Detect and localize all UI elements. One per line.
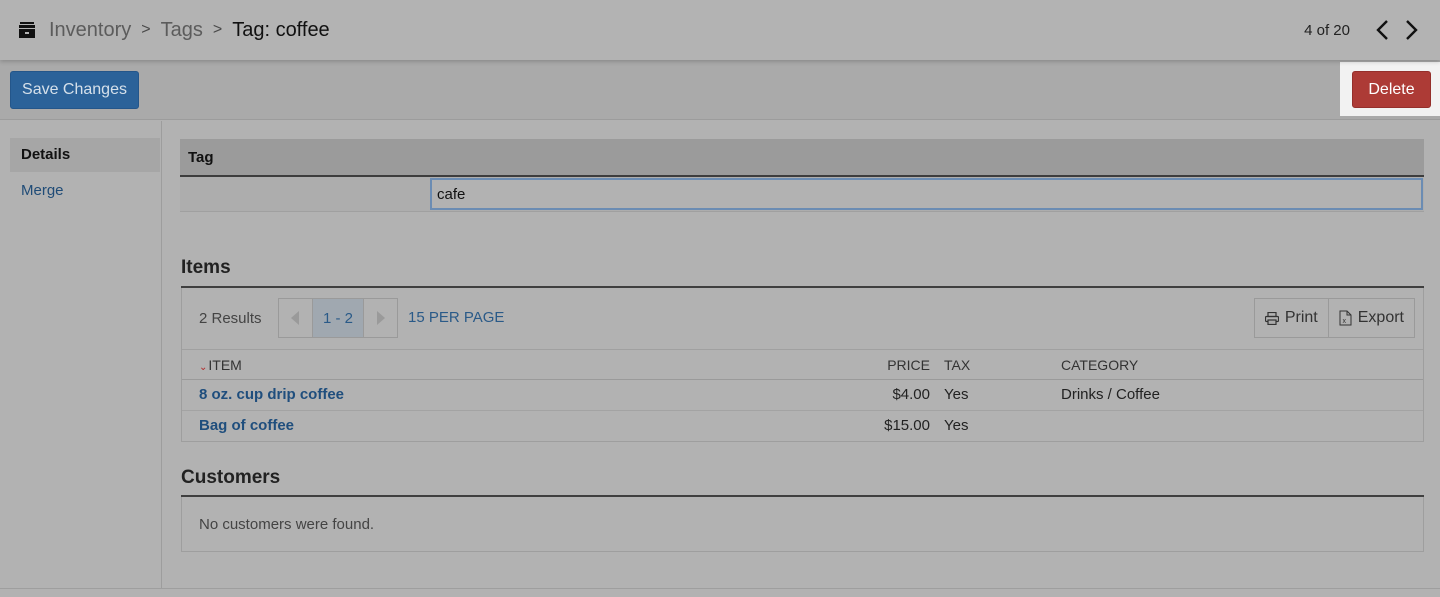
top-header: Inventory > Tags > Tag: coffee 4 of 20 xyxy=(0,0,1440,60)
item-link[interactable]: Bag of coffee xyxy=(199,411,294,441)
sort-descending-icon: ⌄ xyxy=(199,362,208,373)
triangle-left-icon xyxy=(291,311,300,325)
column-header-category[interactable]: CATEGORY xyxy=(1061,350,1138,380)
per-page-selector[interactable]: 15 PER PAGE xyxy=(408,309,504,326)
table-header: ⌄ITEM PRICE TAX CATEGORY xyxy=(182,349,1423,380)
items-section-title: Items xyxy=(181,257,231,278)
record-position: 4 of 20 xyxy=(1304,21,1350,39)
tag-field-header: Tag xyxy=(180,139,1424,177)
print-button[interactable]: Print xyxy=(1255,299,1328,337)
next-page-button[interactable] xyxy=(364,299,397,337)
export-label: Export xyxy=(1357,309,1404,326)
items-pagination: 1 - 2 xyxy=(278,298,398,338)
column-header-tax[interactable]: TAX xyxy=(944,350,970,380)
table-row: 8 oz. cup drip coffee $4.00 Yes Drinks /… xyxy=(182,380,1423,411)
previous-page-button[interactable] xyxy=(279,299,312,337)
action-toolbar: Save Changes xyxy=(0,60,1440,120)
footer-divider xyxy=(0,588,1440,589)
page-range: 1 - 2 xyxy=(311,299,365,337)
page-title: Tag: coffee xyxy=(232,18,330,41)
breadcrumb-inventory[interactable]: Inventory xyxy=(49,19,131,42)
table-row: Bag of coffee $15.00 Yes xyxy=(182,411,1423,442)
chevron-right-icon xyxy=(1406,20,1418,40)
save-changes-button[interactable]: Save Changes xyxy=(10,71,139,109)
item-link[interactable]: 8 oz. cup drip coffee xyxy=(199,380,344,410)
record-pager: 4 of 20 xyxy=(1304,0,1424,60)
next-record-button[interactable] xyxy=(1400,18,1424,42)
results-count: 2 Results xyxy=(199,310,262,327)
breadcrumb: Inventory > Tags > Tag: coffee xyxy=(18,19,330,42)
item-tax: Yes xyxy=(944,417,969,434)
customers-section-title: Customers xyxy=(181,467,281,488)
item-tax: Yes xyxy=(944,386,969,403)
items-table: 2 Results 1 - 2 15 PER PAGE Print x Expo… xyxy=(181,288,1424,442)
empty-state-message: No customers were found. xyxy=(199,516,375,533)
archive-box-icon xyxy=(18,21,36,39)
sidebar-item-merge[interactable]: Merge xyxy=(10,174,160,208)
breadcrumb-separator-icon: > xyxy=(141,21,151,38)
tag-name-input[interactable] xyxy=(430,178,1423,210)
column-header-price[interactable]: PRICE xyxy=(887,350,930,380)
breadcrumb-tags[interactable]: Tags xyxy=(161,19,203,42)
excel-file-icon: x xyxy=(1339,310,1352,326)
previous-record-button[interactable] xyxy=(1370,18,1394,42)
print-label: Print xyxy=(1284,309,1318,326)
svg-text:x: x xyxy=(1342,318,1346,325)
item-price: $15.00 xyxy=(884,417,930,434)
breadcrumb-separator-icon: > xyxy=(212,21,223,38)
tag-field-row xyxy=(180,177,1424,212)
triangle-right-icon xyxy=(376,311,385,325)
sidebar: Details Merge xyxy=(0,121,162,589)
sidebar-item-details[interactable]: Details xyxy=(10,138,160,172)
printer-icon xyxy=(1264,311,1279,325)
export-actions: Print x Export xyxy=(1253,298,1415,338)
customers-panel: No customers were found. xyxy=(181,497,1424,552)
chevron-left-icon xyxy=(1376,20,1388,40)
item-price: $4.00 xyxy=(892,386,930,403)
column-header-item[interactable]: ⌄ITEM xyxy=(199,350,242,383)
delete-button[interactable]: Delete xyxy=(1352,71,1431,108)
export-button[interactable]: x Export xyxy=(1327,299,1414,337)
item-category: Drinks / Coffee xyxy=(1061,386,1160,403)
